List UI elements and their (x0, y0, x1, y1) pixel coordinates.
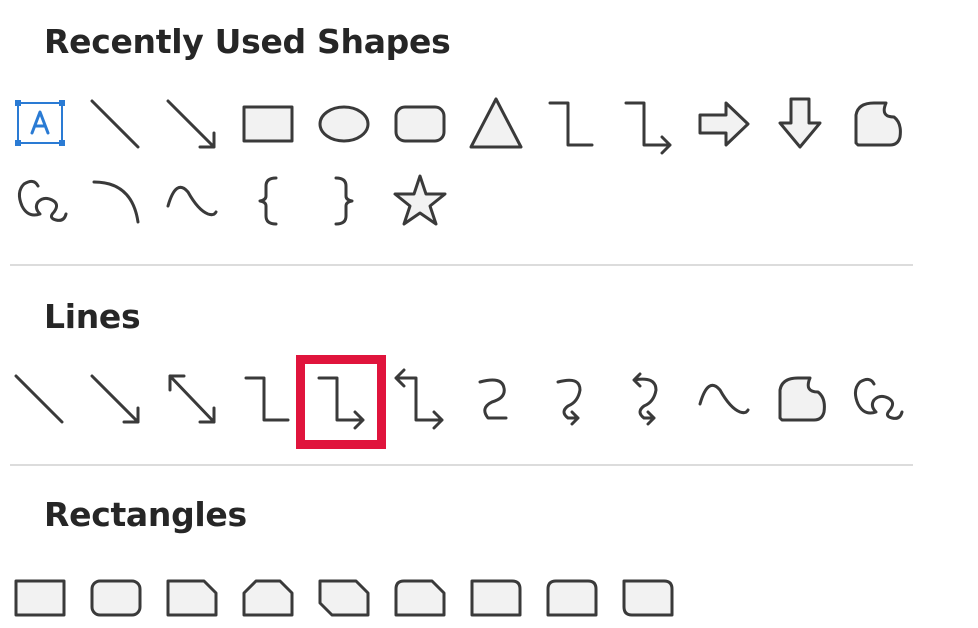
rect-round-diagonal-button[interactable] (618, 567, 678, 627)
lines-curved-double-arrow-button[interactable] (618, 368, 678, 428)
elbow-connector-icon (548, 101, 594, 147)
lines-elbow-double-arrow-button[interactable] (390, 368, 450, 430)
left-brace-shape-button[interactable] (238, 170, 298, 230)
down-arrow-shape-button[interactable] (770, 93, 830, 153)
elbow-connector-shape-button[interactable] (542, 93, 602, 153)
section-divider (10, 264, 913, 266)
scribble-icon (853, 377, 904, 420)
curve-icon (698, 383, 750, 415)
rectangle-shape-button[interactable] (238, 93, 298, 153)
lines-line-button[interactable] (10, 368, 70, 428)
line-icon (14, 374, 64, 424)
rect-snip-single-corner-button[interactable] (162, 567, 222, 627)
rect-snip-same-side-button[interactable] (238, 567, 298, 627)
section-divider (10, 464, 913, 466)
rectangle-icon (242, 105, 294, 143)
round-same-side-icon (546, 579, 598, 617)
right-brace-icon (334, 176, 354, 226)
textbox-shape-button[interactable] (10, 93, 70, 153)
lines-elbow-connector-button[interactable] (238, 368, 298, 428)
arc-shape-button[interactable] (86, 170, 146, 230)
snip-same-side-icon (242, 579, 294, 617)
oval-icon (318, 105, 370, 143)
scribble-icon (17, 179, 68, 222)
arrow-icon (166, 99, 216, 149)
oval-shape-button[interactable] (314, 93, 374, 153)
triangle-shape-button[interactable] (466, 93, 526, 153)
elbow-double-arrow-icon (394, 368, 444, 430)
section-title-rectangles: Rectangles (44, 495, 247, 534)
left-brace-icon (258, 176, 278, 226)
elbow-arrow-connector-shape-button[interactable] (618, 93, 678, 155)
curved-double-arrow-icon (632, 372, 658, 426)
double-arrow-icon (168, 374, 216, 424)
rect-round-single-corner-button[interactable] (466, 567, 526, 627)
section-title-recent: Recently Used Shapes (44, 22, 451, 61)
round-diagonal-icon (622, 579, 674, 617)
round-single-corner-icon (470, 579, 522, 617)
curved-connector-icon (478, 378, 508, 420)
arrow-shape-button[interactable] (162, 93, 222, 153)
snip-round-icon (394, 579, 446, 617)
right-brace-shape-button[interactable] (314, 170, 374, 230)
line-shape-button[interactable] (86, 93, 146, 153)
snip-diagonal-icon (318, 579, 370, 617)
triangle-icon (469, 97, 523, 149)
down-arrow-icon (778, 97, 822, 149)
lines-freeform-shape-button[interactable] (770, 368, 830, 428)
scribble-shape-button[interactable] (10, 170, 70, 230)
freeform-shape-icon (854, 101, 902, 147)
right-arrow-shape-button[interactable] (694, 93, 754, 153)
curved-arrow-connector-icon (556, 378, 582, 426)
line-icon (90, 99, 140, 149)
freeform-shape-icon (778, 376, 826, 422)
rect-snip-round-button[interactable] (390, 567, 450, 627)
arc-icon (92, 180, 140, 224)
section-title-lines: Lines (44, 297, 141, 336)
elbow-arrow-icon (624, 101, 672, 155)
rect-rectangle-button[interactable] (10, 567, 70, 627)
star-icon (393, 174, 447, 226)
elbow-connector-icon (244, 376, 290, 422)
freeform-shape-button[interactable] (846, 93, 906, 153)
snip-single-corner-icon (166, 579, 218, 617)
star-shape-button[interactable] (390, 170, 450, 230)
lines-curved-arrow-connector-button[interactable] (542, 368, 602, 428)
selected-shape-highlight (296, 355, 386, 449)
lines-curve-button[interactable] (694, 368, 754, 428)
rect-rounded-rectangle-button[interactable] (86, 567, 146, 627)
textbox-icon (15, 100, 65, 146)
lines-arrow-button[interactable] (86, 368, 146, 428)
curve-shape-button[interactable] (162, 170, 222, 230)
curve-icon (166, 185, 218, 217)
lines-scribble-button[interactable] (846, 368, 906, 428)
rounded-rectangle-icon (90, 579, 142, 617)
right-arrow-icon (698, 101, 750, 147)
rect-snip-diagonal-button[interactable] (314, 567, 374, 627)
rectangle-icon (14, 579, 66, 617)
lines-curved-connector-button[interactable] (466, 368, 526, 428)
rounded-rectangle-icon (394, 105, 446, 143)
arrow-icon (90, 374, 140, 424)
rounded-rectangle-shape-button[interactable] (390, 93, 450, 153)
rect-round-same-side-button[interactable] (542, 567, 602, 627)
lines-double-arrow-button[interactable] (162, 368, 222, 428)
